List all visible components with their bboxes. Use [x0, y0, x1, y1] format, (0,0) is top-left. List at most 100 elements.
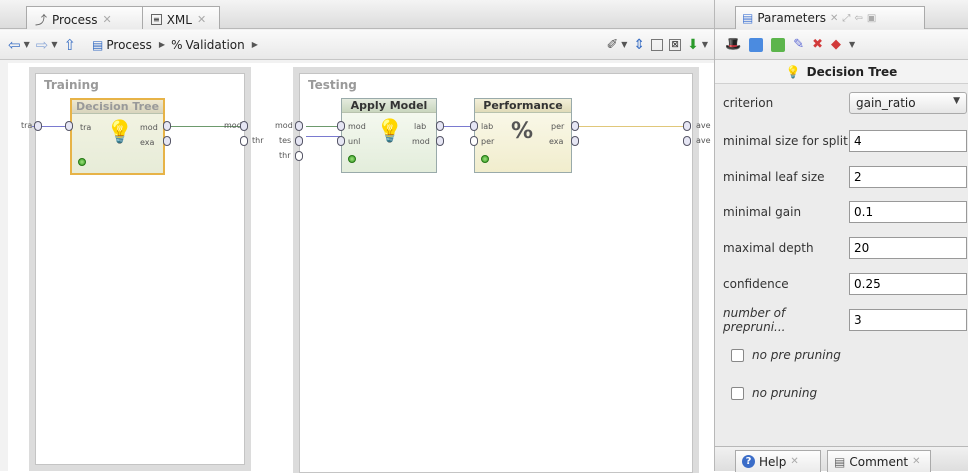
minimize-icon[interactable]: ▣ — [867, 13, 876, 24]
breadcrumb-process[interactable]: ▤ Process ▶ — [92, 38, 165, 52]
training-output-port[interactable] — [240, 121, 248, 131]
tab-xml[interactable]: ≡ XML ✕ — [142, 6, 220, 29]
confidence-input[interactable] — [849, 273, 967, 295]
lightbulb-icon: 💡 — [106, 120, 134, 145]
number-of-prepruning-input[interactable] — [849, 309, 967, 331]
add-button[interactable]: ⬇ ▼ — [687, 37, 708, 53]
checkbox-label: no pre pruning — [752, 348, 841, 362]
params-expert-icon[interactable] — [771, 37, 786, 52]
testing-output-label: ave — [696, 136, 711, 145]
delete-icon[interactable]: ✖ — [812, 37, 823, 52]
port-label: mod — [140, 123, 158, 132]
process-canvas[interactable]: Training Testing tra Decision Tree tra m… — [8, 63, 714, 473]
minimal-leaf-size-input[interactable] — [849, 166, 967, 188]
chevron-down-icon[interactable]: ▼ — [849, 40, 855, 49]
close-icon[interactable]: ✕ — [790, 456, 798, 467]
minimal-gain-input[interactable] — [849, 201, 967, 223]
criterion-select[interactable]: gain_ratio ▼ — [849, 92, 967, 114]
performance-per-out-port[interactable] — [571, 121, 579, 131]
apply-model-mod-port[interactable] — [337, 121, 345, 131]
breadcrumb-process-label: Process — [106, 37, 152, 52]
port-label: mod — [348, 122, 366, 131]
decision-tree-in-port[interactable] — [65, 121, 73, 131]
connection-line — [306, 136, 342, 137]
up-button[interactable]: ⇧ — [63, 36, 76, 54]
param-row-maximal-depth: maximal depth — [723, 237, 967, 259]
process-icon: ⤴ — [35, 13, 48, 27]
tab-comment-label: Comment — [849, 454, 909, 469]
restore-icon[interactable]: ⇦ — [854, 13, 862, 24]
breakpoint-icon[interactable]: ◆ — [831, 37, 841, 52]
param-label: number of prepruni... — [723, 306, 786, 334]
decision-tree-exa-port[interactable] — [163, 136, 171, 146]
apply-model-unl-port[interactable] — [337, 136, 345, 146]
hat-icon[interactable]: 🎩 — [725, 37, 741, 52]
testing-input-port[interactable] — [295, 121, 303, 131]
process-toolbar: ⇦ ▼ ⇨ ▼ ⇧ ▤ Process ▶ % Validation ▶ ✐ ▼ ⇕ … — [0, 30, 714, 60]
arrow-up-icon: ⇧ — [63, 35, 77, 54]
fit-button[interactable] — [651, 38, 664, 51]
arrow-right-icon: ⇨ — [35, 35, 49, 54]
parameters-icon: ▤ — [742, 11, 754, 25]
thr-output-port[interactable] — [240, 136, 248, 146]
edit-icon[interactable]: ✎ — [793, 37, 804, 52]
tab-parameters-label: Parameters — [757, 11, 827, 25]
close-icon[interactable]: ✕ — [197, 13, 206, 26]
testing-title: Testing — [308, 78, 357, 92]
maximize-icon[interactable]: ⤢ — [842, 13, 850, 24]
status-light-icon — [348, 155, 356, 163]
criterion-value: gain_ratio — [856, 96, 916, 110]
order-arrows-icon: ⇕ — [633, 36, 646, 53]
training-input-port[interactable] — [34, 121, 42, 131]
close-icon[interactable]: ✕ — [103, 13, 112, 26]
tab-help-label: Help — [759, 454, 787, 469]
operator-title: Decision Tree — [72, 100, 163, 114]
parameters-tab-bar: ▤ Parameters ✕ ⤢ ⇦ ▣ — [715, 0, 968, 29]
arrange-button[interactable]: ⊠ — [669, 38, 682, 51]
apply-model-mod-out-port[interactable] — [436, 136, 444, 146]
help-icon: ? — [742, 455, 755, 468]
performance-operator[interactable]: Performance lab per per exa % — [474, 98, 572, 173]
performance-lab-port[interactable] — [470, 121, 478, 131]
testing-output-port[interactable] — [683, 121, 691, 131]
param-row-minimal-leaf-size: minimal leaf size — [723, 166, 967, 188]
decision-tree-mod-port[interactable] — [163, 121, 171, 131]
no-pre-pruning-checkbox-row[interactable]: no pre pruning — [731, 344, 968, 366]
performance-per-port[interactable] — [470, 136, 478, 146]
tab-process[interactable]: ⤴ Process ✕ — [26, 6, 152, 29]
apply-model-lab-port[interactable] — [436, 121, 444, 131]
breadcrumb-validation-label: Validation — [185, 37, 245, 52]
breadcrumb-validation[interactable]: % Validation ▶ — [171, 38, 258, 52]
decision-tree-operator[interactable]: Decision Tree tra mod exa 💡 — [70, 98, 165, 175]
close-icon[interactable]: ✕ — [830, 13, 838, 24]
no-pruning-checkbox-row[interactable]: no pruning — [731, 382, 968, 404]
tab-parameters[interactable]: ▤ Parameters ✕ ⤢ ⇦ ▣ — [735, 6, 925, 29]
auto-wire-button[interactable]: ✐ ▼ — [606, 37, 627, 53]
status-light-icon — [78, 158, 86, 166]
testing-input-port[interactable] — [295, 136, 303, 146]
apply-model-operator[interactable]: Apply Model mod unl lab mod 💡 — [341, 98, 437, 173]
port-label: exa — [549, 137, 564, 146]
testing-input-label: tes — [279, 136, 292, 145]
close-icon[interactable]: ✕ — [912, 456, 920, 467]
minimal-size-for-split-input[interactable] — [849, 130, 967, 152]
chevron-down-icon: ▼ — [51, 40, 58, 49]
port-label: tra — [80, 123, 92, 132]
params-view-icon[interactable] — [749, 37, 764, 52]
tab-help[interactable]: ? Help ✕ — [735, 450, 821, 472]
order-button[interactable]: ⇕ — [633, 37, 645, 53]
port-label: mod — [412, 137, 430, 146]
tab-comment[interactable]: ▤ Comment ✕ — [827, 450, 931, 472]
chevron-down-icon: ▼ — [23, 40, 30, 49]
grid-icon — [651, 38, 664, 51]
no-pre-pruning-checkbox[interactable] — [731, 348, 744, 362]
maximal-depth-input[interactable] — [849, 237, 967, 259]
testing-input-port[interactable] — [295, 151, 303, 161]
thr-label: thr — [252, 136, 264, 145]
no-pruning-checkbox[interactable] — [731, 386, 744, 400]
forward-button[interactable]: ⇨ ▼ — [36, 36, 58, 54]
percent-icon: % — [511, 119, 534, 144]
back-button[interactable]: ⇦ ▼ — [8, 36, 30, 54]
testing-output-port[interactable] — [683, 136, 691, 146]
performance-exa-port[interactable] — [571, 136, 579, 146]
